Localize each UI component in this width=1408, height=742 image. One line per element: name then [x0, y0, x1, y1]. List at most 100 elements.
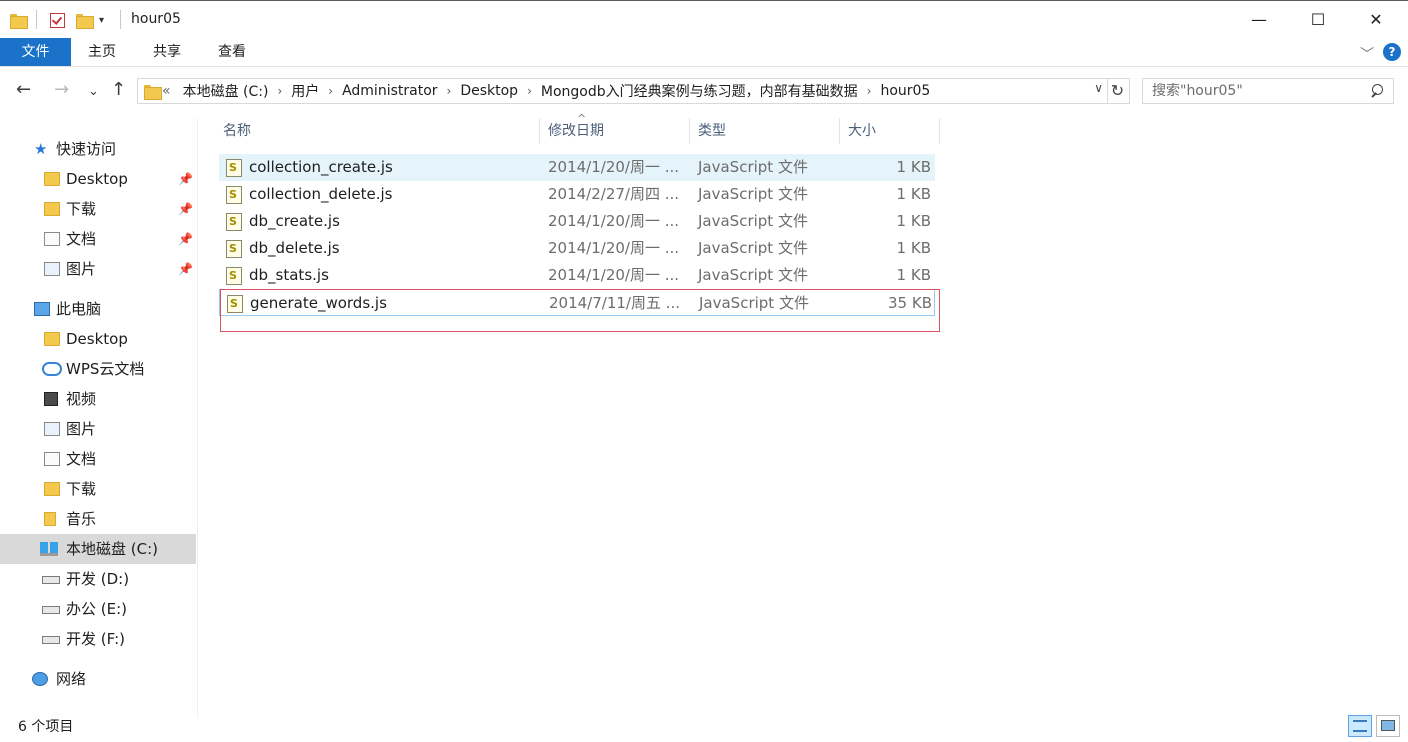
nav-qa-documents[interactable]: 文档 📌 [0, 224, 196, 254]
expand-ribbon-icon[interactable]: ﹀ [1360, 44, 1374, 64]
nav-qa-desktop[interactable]: Desktop 📌 [0, 164, 196, 194]
pin-icon[interactable]: 📌 [178, 224, 193, 254]
chevron-right-icon[interactable]: › [864, 84, 875, 98]
nav-wps-cloud[interactable]: WPS云文档 [0, 354, 196, 384]
tab-share[interactable]: 共享 [136, 38, 198, 66]
column-header-size[interactable]: 大小 [840, 118, 940, 144]
nav-label: 开发 (F:) [66, 630, 125, 648]
nav-this-pc[interactable]: 此电脑 [0, 294, 196, 324]
pin-icon[interactable]: 📌 [178, 164, 193, 194]
maximize-button[interactable]: ☐ [1295, 1, 1341, 37]
chevron-right-icon[interactable]: › [325, 84, 336, 98]
nav-documents[interactable]: 文档 [0, 444, 196, 474]
large-icons-view-button[interactable] [1376, 715, 1400, 737]
tab-home[interactable]: 主页 [71, 38, 133, 66]
folder-icon [10, 11, 28, 29]
status-item-count: 6 个项目 [18, 719, 74, 735]
customize-dropdown-icon[interactable]: ▾ [99, 11, 104, 29]
refresh-button[interactable]: ↻ [1106, 78, 1130, 104]
file-row[interactable]: db_create.js 2014/1/20/周一 ... JavaScript… [219, 208, 935, 235]
details-view-button[interactable] [1348, 715, 1372, 737]
windows-drive-icon [40, 542, 58, 556]
nav-drive-f[interactable]: 开发 (F:) [0, 624, 196, 654]
new-folder-icon[interactable] [76, 11, 94, 29]
file-type: JavaScript 文件 [698, 158, 808, 176]
file-date: 2014/2/27/周四 ... [548, 185, 680, 203]
pin-icon[interactable]: 📌 [178, 194, 193, 224]
nav-pictures[interactable]: 图片 [0, 414, 196, 444]
nav-music[interactable]: 音乐 [0, 504, 196, 534]
tab-view[interactable]: 查看 [201, 38, 263, 66]
javascript-file-icon [226, 154, 242, 181]
nav-drive-c[interactable]: 本地磁盘 (C:) [0, 534, 196, 564]
nav-pc-desktop[interactable]: Desktop [0, 324, 196, 354]
address-bar[interactable]: « 本地磁盘 (C:) › 用户 › Administrator › Deskt… [137, 78, 1108, 104]
help-icon[interactable]: ? [1383, 43, 1401, 61]
file-type: JavaScript 文件 [698, 239, 808, 257]
javascript-file-icon [226, 235, 242, 262]
nav-quick-access[interactable]: ★ 快速访问 [0, 134, 196, 164]
javascript-file-icon [226, 262, 242, 289]
nav-label: 视频 [66, 390, 97, 408]
column-header-type[interactable]: 类型 [690, 118, 840, 144]
nav-label: 文档 [66, 450, 97, 468]
pin-icon[interactable]: 📌 [178, 254, 193, 284]
nav-videos[interactable]: 视频 [0, 384, 196, 414]
title-bar: ▾ hour05 — ☐ ✕ [0, 0, 1408, 38]
breadcrumb-drive[interactable]: 本地磁盘 (C:) [177, 81, 275, 101]
nav-drive-e[interactable]: 办公 (E:) [0, 594, 196, 624]
nav-label: 此电脑 [56, 300, 102, 318]
recent-locations-button[interactable]: ⌄ [88, 82, 99, 102]
search-box[interactable] [1142, 78, 1394, 104]
file-row[interactable]: collection_create.js 2014/1/20/周一 ... Ja… [219, 154, 935, 181]
file-name: db_stats.js [249, 266, 329, 284]
breadcrumb-users[interactable]: 用户 [285, 81, 325, 101]
back-button[interactable]: ← [16, 80, 31, 100]
properties-checkbox-icon[interactable] [50, 11, 65, 29]
nav-label: Desktop [66, 170, 128, 188]
nav-label: 下载 [66, 480, 97, 498]
column-header-name[interactable]: 名称 [215, 118, 540, 144]
javascript-file-icon [226, 181, 242, 208]
search-icon[interactable] [1369, 82, 1383, 100]
nav-network[interactable]: 网络 [0, 664, 196, 694]
minimize-button[interactable]: — [1236, 1, 1282, 37]
file-list: ^ 名称 修改日期 类型 大小 collection_create.js 201… [199, 112, 1408, 718]
download-folder-icon [44, 482, 60, 496]
breadcrumb-administrator[interactable]: Administrator [336, 83, 443, 99]
nav-label: 文档 [66, 230, 97, 248]
column-header-date[interactable]: 修改日期 [540, 118, 690, 144]
chevron-right-icon[interactable]: › [524, 84, 535, 98]
breadcrumb-mongodb-folder[interactable]: Mongodb入门经典案例与练习题，内部有基础数据 [535, 81, 864, 101]
nav-drive-d[interactable]: 开发 (D:) [0, 564, 196, 594]
file-name: db_delete.js [249, 239, 340, 257]
chevron-right-icon[interactable]: › [444, 84, 455, 98]
drive-icon [42, 636, 60, 644]
ribbon: 文件 主页 共享 查看 ﹀ ? [0, 38, 1408, 67]
nav-qa-downloads[interactable]: 下载 📌 [0, 194, 196, 224]
navigation-pane: ★ 快速访问 Desktop 📌 下载 📌 文档 📌 图片 📌 此电脑 Desk… [0, 118, 198, 718]
nav-label: 网络 [56, 670, 87, 688]
file-date: 2014/1/20/周一 ... [548, 212, 680, 230]
tab-file[interactable]: 文件 [0, 38, 71, 66]
file-row[interactable]: collection_delete.js 2014/2/27/周四 ... Ja… [219, 181, 935, 208]
cloud-icon [42, 362, 62, 376]
address-dropdown-icon[interactable]: ∨ [1094, 81, 1103, 95]
music-icon [44, 512, 56, 526]
file-row[interactable]: db_delete.js 2014/1/20/周一 ... JavaScript… [219, 235, 935, 262]
breadcrumb-hour05[interactable]: hour05 [874, 83, 936, 99]
file-row[interactable]: db_stats.js 2014/1/20/周一 ... JavaScript … [219, 262, 935, 289]
search-input[interactable] [1143, 79, 1353, 103]
nav-qa-pictures[interactable]: 图片 📌 [0, 254, 196, 284]
folder-icon [44, 332, 60, 346]
forward-button[interactable]: → [54, 80, 69, 100]
breadcrumb-desktop[interactable]: Desktop [454, 83, 524, 99]
close-button[interactable]: ✕ [1353, 1, 1399, 37]
file-name: collection_delete.js [249, 185, 393, 203]
nav-downloads[interactable]: 下载 [0, 474, 196, 504]
up-button[interactable]: ↑ [111, 80, 126, 100]
chevron-right-icon[interactable]: › [274, 84, 285, 98]
nav-label: 快速访问 [56, 140, 117, 158]
computer-icon [34, 302, 50, 316]
file-size: 1 KB [896, 266, 931, 284]
